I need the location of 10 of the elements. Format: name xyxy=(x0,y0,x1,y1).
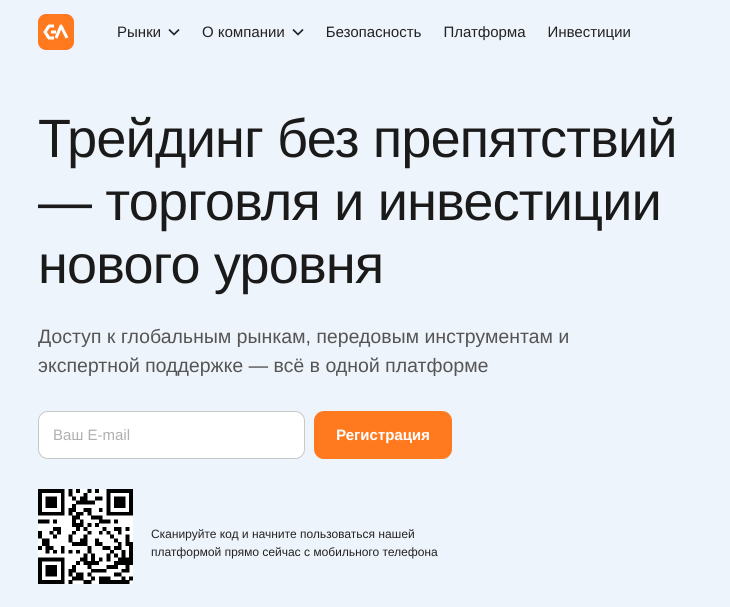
email-field[interactable]: Ваш E-mail xyxy=(38,411,305,459)
qr-caption: Сканируйте код и начните пользоваться нашей платформой прямо сейчас с мобильного телефона xyxy=(151,526,439,560)
nav-link[interactable]: Платформа xyxy=(443,24,526,40)
nav-link[interactable]: Безопасность xyxy=(326,24,422,40)
nav-link[interactable]: Инвестиции xyxy=(548,24,631,40)
logo-icon[interactable] xyxy=(38,14,74,50)
hero-heading: Трейдинг без препятствий — торговля и инвестиции нового уровня xyxy=(38,108,678,297)
nav-link[interactable]: О компании xyxy=(202,24,304,40)
hero-subtitle: Доступ к глобальным рынкам, передовым инструментам и экспертной поддержке — всё в одной платформе xyxy=(38,325,570,379)
nav-link[interactable]: Рынки xyxy=(117,24,180,40)
